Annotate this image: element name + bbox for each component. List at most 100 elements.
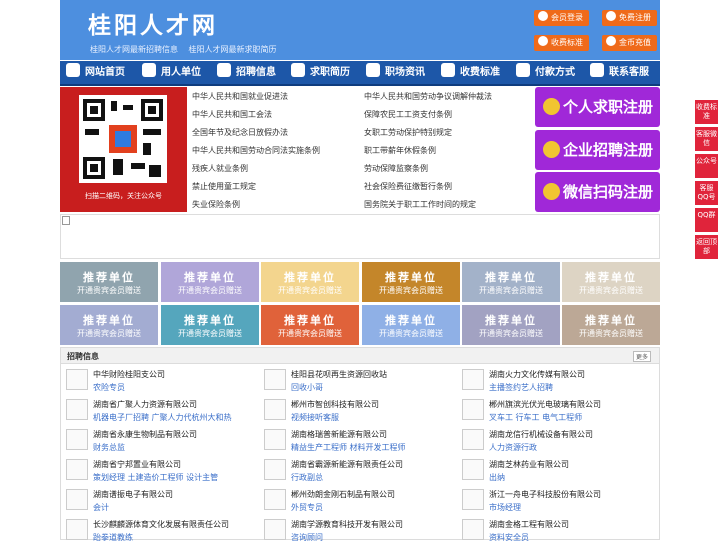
company-name[interactable]: 郴州市智创科技有限公司 [291,399,379,410]
side-service-qq[interactable]: 客服QQ号 [695,181,718,205]
law-link[interactable]: 中华人民共和国工会法 [192,109,272,120]
job-card[interactable]: 湖南谱振电子有限公司 会计 [66,489,256,519]
side-qq-group[interactable]: QQ群 [695,208,718,232]
law-link[interactable]: 禁止使用童工规定 [192,181,256,192]
job-position[interactable]: 精益生产工程师 材料开发工程师 [291,442,406,453]
law-link[interactable]: 职工带薪年休假条例 [364,145,436,156]
law-link[interactable]: 残疾人就业条例 [192,163,248,174]
nav-employers[interactable]: 用人单位 [142,61,201,84]
law-link[interactable]: 社会保险费征缴暂行条例 [364,181,452,192]
law-link[interactable]: 中华人民共和国劳动争议调解仲裁法 [364,91,492,102]
free-register-button[interactable]: 免费注册 [602,10,657,26]
law-link[interactable]: 中华人民共和国就业促进法 [192,91,288,102]
gold-recharge-button[interactable]: 金币充值 [602,35,657,51]
company-name[interactable]: 郴州劲朗金刚石制品有限公司 [291,489,395,500]
company-name[interactable]: 湖南省广聚人力资源有限公司 [93,399,197,410]
job-seeker-register-button[interactable]: 个人求职注册 [535,87,660,127]
recommend-tile[interactable]: 推荐单位 开通贵宾会员赠送 [562,262,660,302]
law-link[interactable]: 中华人民共和国劳动合同法实施条例 [192,145,320,156]
side-official-account[interactable]: 公众号 [695,154,718,178]
job-card[interactable]: 桂阳县花呗再生资源回收站 回收小哥 [264,369,454,399]
site-logo[interactable]: 桂阳人才网 [88,6,218,40]
recommend-tile[interactable]: 推荐单位 开通贵宾会员赠送 [161,262,259,302]
law-link[interactable]: 全国年节及纪念日放假办法 [192,127,288,138]
recommend-tile[interactable]: 推荐单位 开通贵宾会员赠送 [562,305,660,345]
job-position[interactable]: 回收小哥 [291,382,323,393]
job-position[interactable]: 出纳 [489,472,505,483]
company-name[interactable]: 郴州旗滨光伏光电玻璃有限公司 [489,399,601,410]
company-name[interactable]: 湖南谱振电子有限公司 [93,489,173,500]
company-name[interactable]: 湖南省永康生物制品有限公司 [93,429,197,440]
company-name[interactable]: 湖南龙信行机械设备有限公司 [489,429,593,440]
fee-standard-button[interactable]: 收费标准 [534,35,589,51]
law-link[interactable]: 国务院关于职工工作时间的规定 [364,199,476,210]
job-position[interactable]: 叉车工 行车工 电气工程师 [489,412,582,423]
company-name[interactable]: 湖南格瑞普新能源有限公司 [291,429,387,440]
law-link[interactable]: 女职工劳动保护特别规定 [364,127,452,138]
recommend-tile[interactable]: 推荐单位 开通贵宾会员赠送 [161,305,259,345]
job-position[interactable]: 视频接听客服 [291,412,339,423]
job-position[interactable]: 市场经理 [489,502,521,513]
job-card[interactable]: 湖南省永康生物制品有限公司 财务总监 [66,429,256,459]
slogan-latest-jobs[interactable]: 桂阳人才网最新招聘信息 [90,45,178,54]
job-position[interactable]: 财务总监 [93,442,125,453]
company-name[interactable]: 湖南省霸源新能源有限责任公司 [291,459,403,470]
recommend-tile[interactable]: 推荐单位 开通贵宾会员赠送 [462,305,560,345]
nav-payment[interactable]: 付款方式 [516,61,575,84]
company-name[interactable]: 浙江一舟电子科技股份有限公司 [489,489,601,500]
more-jobs-link[interactable]: 更多 [632,351,651,362]
nav-resumes[interactable]: 求职简历 [291,61,350,84]
job-position[interactable]: 主播签约艺人招聘 [489,382,553,393]
job-card[interactable]: 湖南省宁邦置业有限公司策划经理 土建造价工程师 设计主管 [66,459,256,489]
recommend-tile[interactable]: 推荐单位 开通贵宾会员赠送 [362,262,460,302]
slogan-latest-resumes[interactable]: 桂阳人才网最新求职简历 [189,45,277,54]
job-card[interactable]: 郴州市智创科技有限公司 视频接听客服 [264,399,454,429]
job-position[interactable]: 外贸专员 [291,502,323,513]
company-name[interactable]: 湖南省宁邦置业有限公司 [93,459,181,470]
job-position[interactable]: 行政副总 [291,472,323,483]
employer-register-button[interactable]: 企业招聘注册 [535,130,660,170]
company-name[interactable]: 湖南火力文化传媒有限公司 [489,369,585,380]
company-name[interactable]: 湖南学源教育科技开发有限公司 [291,519,403,530]
job-card[interactable]: 湖南省霸源新能源有限责任公司 行政副总 [264,459,454,489]
law-link[interactable]: 保障农民工工资支付条例 [364,109,452,120]
job-position[interactable]: 会计 [93,502,109,513]
side-service-wechat[interactable]: 客服微信 [695,127,718,151]
job-card[interactable]: 郴州劲朗金刚石制品有限公司 外贸专员 [264,489,454,519]
job-card[interactable]: 湖南格瑞普新能源有限公司精益生产工程师 材料开发工程师 [264,429,454,459]
company-name[interactable]: 桂阳县花呗再生资源回收站 [291,369,387,380]
job-position[interactable]: 策划经理 土建造价工程师 设计主管 [93,472,218,483]
recommend-tile[interactable]: 推荐单位 开通贵宾会员赠送 [60,262,158,302]
nav-jobs[interactable]: 招聘信息 [217,61,276,84]
job-card[interactable]: 湖南金格工程有限公司 资料安全员 [462,519,652,549]
nav-fees[interactable]: 收费标准 [441,61,500,84]
recommend-tile[interactable]: 推荐单位 开通贵宾会员赠送 [462,262,560,302]
recommend-tile[interactable]: 推荐单位 开通贵宾会员赠送 [261,262,359,302]
job-card[interactable]: 湖南省广聚人力资源有限公司机器电子厂招聘 广聚人力代杭州大和热 [66,399,256,429]
job-card[interactable]: 郴州旗滨光伏光电玻璃有限公司 叉车工 行车工 电气工程师 [462,399,652,429]
nav-news[interactable]: 职场资讯 [366,61,425,84]
nav-home[interactable]: 网站首页 [66,61,125,84]
company-name[interactable]: 中华财险桂阳支公司 [93,369,165,380]
job-position[interactable]: 咨询顾问 [291,532,323,543]
company-name[interactable]: 湖南金格工程有限公司 [489,519,569,530]
job-card[interactable]: 中华财险桂阳支公司 农险专员 [66,369,256,399]
job-position[interactable]: 跆拳道教练 [93,532,133,543]
member-login-button[interactable]: 会员登录 [534,10,589,26]
job-position[interactable]: 农险专员 [93,382,125,393]
job-position[interactable]: 机器电子厂招聘 广聚人力代杭州大和热 [93,412,232,423]
job-position[interactable]: 人力资源行政 [489,442,537,453]
recommend-tile[interactable]: 推荐单位 开通贵宾会员赠送 [261,305,359,345]
job-card[interactable]: 湖南龙信行机械设备有限公司 人力资源行政 [462,429,652,459]
wechat-register-button[interactable]: 微信扫码注册 [535,172,660,212]
job-position[interactable]: 资料安全员 [489,532,529,543]
company-name[interactable]: 湖南芝林药业有限公司 [489,459,569,470]
banner-image-placeholder[interactable] [60,214,660,259]
job-card[interactable]: 长沙麒麟源体育文化发展有限责任公司 跆拳道教练 [66,519,256,549]
side-back-to-top[interactable]: 返回顶部 [695,235,718,259]
recommend-tile[interactable]: 推荐单位 开通贵宾会员赠送 [60,305,158,345]
side-fee-standard[interactable]: 收费标准 [695,100,718,124]
job-card[interactable]: 湖南芝林药业有限公司 出纳 [462,459,652,489]
job-card[interactable]: 浙江一舟电子科技股份有限公司 市场经理 [462,489,652,519]
job-card[interactable]: 湖南学源教育科技开发有限公司 咨询顾问 [264,519,454,549]
